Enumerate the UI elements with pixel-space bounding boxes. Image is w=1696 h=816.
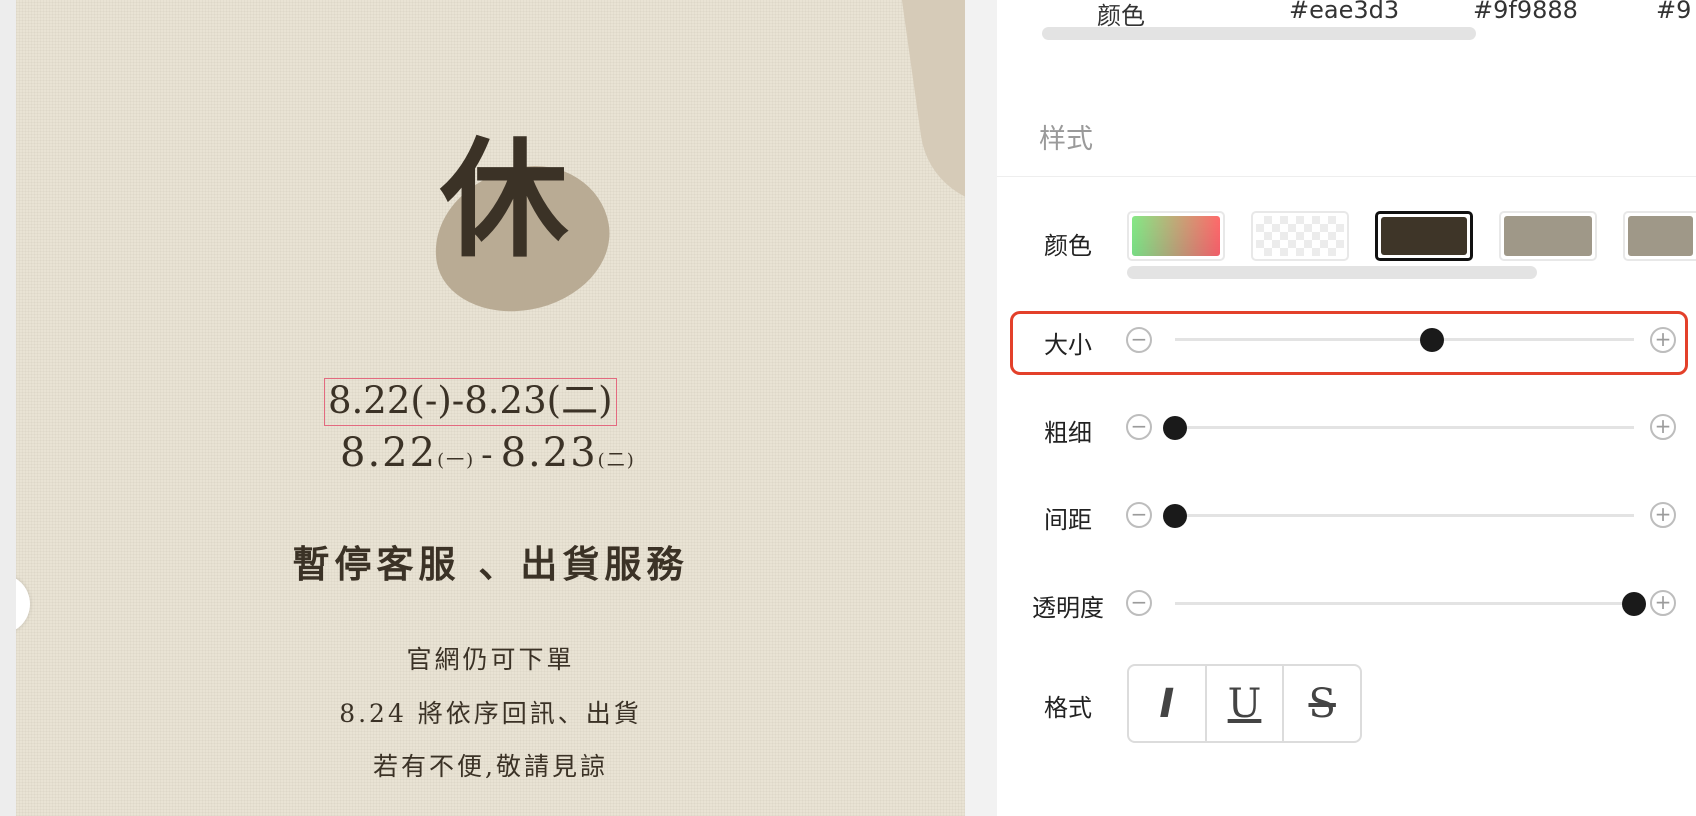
- format-button-group: I U S: [1127, 664, 1362, 743]
- poster-line-2[interactable]: 8.24 將依序回訊、出貨: [16, 694, 965, 730]
- weight-decrease-button[interactable]: −: [1126, 414, 1152, 440]
- minus-icon: −: [1130, 590, 1148, 614]
- selected-text-element[interactable]: 8.22(-)-8.23(二): [324, 378, 617, 426]
- spacing-slider-thumb[interactable]: [1163, 504, 1187, 528]
- minus-icon: −: [1130, 414, 1148, 438]
- color-label: 颜色: [1044, 232, 1092, 260]
- swatch-grey-2[interactable]: [1623, 211, 1696, 261]
- weight-increase-button[interactable]: +: [1650, 414, 1676, 440]
- swatch-grey[interactable]: [1499, 211, 1597, 261]
- canvas-margin: [0, 0, 16, 816]
- weight-slider-thumb[interactable]: [1163, 416, 1187, 440]
- minus-icon: −: [1130, 327, 1148, 351]
- spacing-label: 间距: [1044, 506, 1092, 534]
- section-divider: [997, 176, 1696, 177]
- opacity-slider-track[interactable]: [1175, 602, 1634, 605]
- spacing-decrease-button[interactable]: −: [1126, 502, 1152, 528]
- swatch-fill-dark-brown: [1381, 217, 1467, 255]
- poster-big-character[interactable]: 休: [424, 120, 584, 280]
- date-end: 8.23: [500, 430, 598, 476]
- top-color-value-1[interactable]: #eae3d3: [1289, 0, 1399, 24]
- opacity-decrease-button[interactable]: −: [1126, 590, 1152, 616]
- swatch-horizontal-scrollbar[interactable]: [1127, 266, 1537, 279]
- decorative-shape: [898, 0, 965, 216]
- size-label: 大小: [1044, 331, 1092, 359]
- spacing-slider-track[interactable]: [1175, 514, 1634, 517]
- italic-button[interactable]: I: [1129, 666, 1205, 741]
- opacity-label: 透明度: [1032, 594, 1104, 622]
- underline-button[interactable]: U: [1204, 666, 1283, 741]
- swatch-fill-grey-2: [1628, 216, 1693, 256]
- swatch-fill-grey: [1504, 216, 1592, 256]
- transparent-checker-icon: [1256, 216, 1344, 256]
- color-picker-gradient-icon: [1132, 216, 1220, 256]
- swatch-gradient-picker[interactable]: [1127, 211, 1225, 261]
- style-panel: 颜色 #eae3d3 #9f9888 #9 样式 颜色 大小 − + 粗细 − …: [997, 0, 1696, 816]
- poster-date-line[interactable]: 8.22(一) -8.23(二): [340, 430, 636, 476]
- spacing-increase-button[interactable]: +: [1650, 502, 1676, 528]
- swatch-transparent[interactable]: [1251, 211, 1349, 261]
- poster-line-3[interactable]: 若有不便,敬請見諒: [16, 747, 965, 783]
- size-decrease-button[interactable]: −: [1126, 327, 1152, 353]
- size-increase-button[interactable]: +: [1650, 327, 1676, 353]
- date-start-day: (一): [437, 450, 476, 471]
- top-color-value-2[interactable]: #9f9888: [1473, 0, 1578, 24]
- top-color-row: 颜色 #eae3d3 #9f9888 #9: [997, 0, 1696, 30]
- size-slider-thumb[interactable]: [1420, 328, 1445, 352]
- top-color-value-3[interactable]: #9: [1656, 0, 1691, 24]
- date-dash: -: [481, 435, 495, 475]
- strikethrough-button[interactable]: S: [1282, 666, 1360, 741]
- plus-icon: +: [1654, 590, 1672, 614]
- poster-canvas[interactable]: 休 8.22(-)-8.23(二) 8.22(一) -8.23(二) 暫停客服 、…: [16, 0, 965, 816]
- weight-label: 粗细: [1044, 419, 1092, 447]
- top-horizontal-scrollbar[interactable]: [1042, 27, 1476, 40]
- date-start: 8.22: [340, 430, 438, 476]
- opacity-slider-thumb[interactable]: [1622, 592, 1646, 616]
- section-title-style: 样式: [1039, 124, 1093, 155]
- size-slider-track[interactable]: [1175, 338, 1634, 341]
- poster-line-1[interactable]: 官網仍可下單: [16, 640, 965, 676]
- plus-icon: +: [1654, 327, 1672, 351]
- weight-slider-track[interactable]: [1175, 426, 1634, 429]
- format-label: 格式: [1044, 694, 1092, 722]
- poster-headline[interactable]: 暫停客服 、出貨服務: [16, 534, 965, 588]
- date-end-day: (二): [597, 450, 636, 471]
- plus-icon: +: [1654, 502, 1672, 526]
- plus-icon: +: [1654, 414, 1672, 438]
- swatch-dark-brown[interactable]: [1375, 211, 1473, 261]
- minus-icon: −: [1130, 502, 1148, 526]
- opacity-increase-button[interactable]: +: [1650, 590, 1676, 616]
